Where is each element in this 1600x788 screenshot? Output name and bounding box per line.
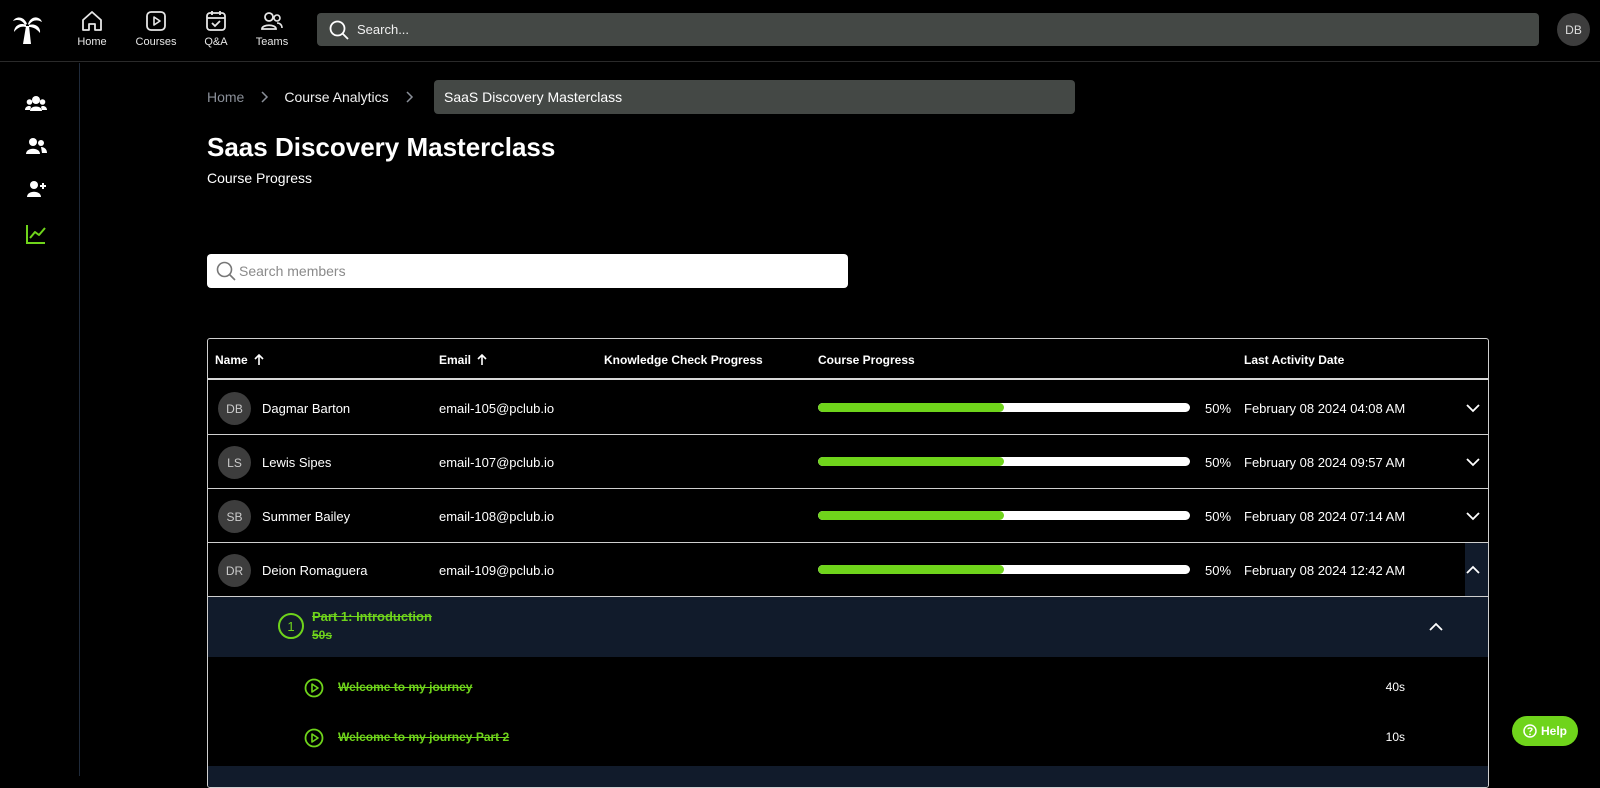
column-header-last-activity[interactable]: Last Activity Date bbox=[1244, 353, 1344, 367]
lesson-title: Welcome to my journey bbox=[338, 680, 473, 694]
nav-home-label: Home bbox=[77, 36, 107, 48]
member-name: Dagmar Barton bbox=[262, 401, 351, 416]
chevron-right-icon bbox=[259, 91, 269, 103]
top-navigation-bar: Home Courses Q&A Teams DB bbox=[0, 0, 1600, 62]
breadcrumb: Home Course Analytics bbox=[207, 80, 429, 114]
member-email: email-109@pclub.io bbox=[439, 563, 555, 578]
nav-home[interactable]: Home bbox=[62, 10, 122, 48]
member-search-input[interactable] bbox=[239, 254, 839, 288]
member-name: Lewis Sipes bbox=[262, 455, 332, 470]
last-activity-date: February 08 2024 09:57 AM bbox=[1244, 455, 1406, 470]
play-circle-icon bbox=[304, 678, 324, 698]
chevron-down-icon[interactable] bbox=[1464, 507, 1482, 525]
play-circle-icon bbox=[304, 728, 324, 748]
page-subtitle: Course Progress bbox=[207, 170, 313, 186]
lesson-item[interactable]: Welcome to my journey 40s bbox=[208, 662, 1488, 712]
member-email: email-107@pclub.io bbox=[439, 455, 555, 470]
nav-qa[interactable]: Q&A bbox=[186, 10, 246, 48]
member-search[interactable] bbox=[207, 254, 848, 288]
sort-arrow-up-icon bbox=[254, 354, 264, 365]
help-label: Help bbox=[1540, 724, 1567, 738]
palm-tree-logo-icon[interactable] bbox=[10, 12, 44, 46]
question-icon bbox=[1523, 724, 1537, 738]
avatar: LS bbox=[218, 446, 251, 479]
table-row[interactable]: LS Lewis Sipes email-107@pclub.io 50% Fe… bbox=[208, 435, 1488, 489]
column-header-knowledge[interactable]: Knowledge Check Progress bbox=[604, 353, 763, 367]
progress-bar bbox=[818, 511, 1190, 520]
sort-arrow-up-icon bbox=[477, 354, 487, 365]
chevron-down-icon[interactable] bbox=[1464, 453, 1482, 471]
column-header-progress[interactable]: Course Progress bbox=[818, 353, 915, 367]
column-header-name-label: Name bbox=[215, 353, 248, 367]
calendar-check-icon bbox=[206, 11, 226, 31]
page-title: Saas Discovery Masterclass bbox=[207, 132, 556, 162]
progress-percent: 50% bbox=[1205, 563, 1232, 578]
column-header-name[interactable]: Name bbox=[215, 353, 264, 367]
table-row[interactable]: DB Dagmar Barton email-105@pclub.io 50% … bbox=[208, 381, 1488, 435]
last-activity-date: February 08 2024 04:08 AM bbox=[1244, 401, 1406, 416]
nav-qa-label: Q&A bbox=[204, 36, 228, 48]
lesson-item[interactable]: Welcome to my journey Part 2 10s bbox=[208, 712, 1488, 762]
global-search-input[interactable] bbox=[357, 13, 1517, 46]
avatar: SB bbox=[218, 500, 251, 533]
progress-bar bbox=[818, 457, 1190, 466]
progress-percent: 50% bbox=[1205, 401, 1232, 416]
table-row[interactable]: SB Summer Bailey email-108@pclub.io 50% … bbox=[208, 489, 1488, 543]
progress-percent: 50% bbox=[1205, 455, 1232, 470]
people-icon bbox=[261, 12, 283, 30]
lesson-title: Welcome to my journey Part 2 bbox=[338, 730, 510, 744]
avatar: DR bbox=[218, 554, 251, 587]
member-email: email-105@pclub.io bbox=[439, 401, 555, 416]
search-icon bbox=[216, 261, 236, 281]
chevron-down-icon[interactable] bbox=[1464, 399, 1482, 417]
sidebar bbox=[0, 63, 80, 776]
breadcrumb-course-analytics[interactable]: Course Analytics bbox=[284, 89, 388, 105]
table-header: Name Email Knowledge Check Progress Cour… bbox=[208, 339, 1488, 380]
nav-teams[interactable]: Teams bbox=[242, 10, 302, 48]
nav-courses[interactable]: Courses bbox=[126, 10, 186, 48]
search-icon bbox=[329, 20, 349, 40]
progress-bar bbox=[818, 403, 1190, 412]
members-table: Name Email Knowledge Check Progress Cour… bbox=[207, 338, 1489, 788]
table-row[interactable]: DR Deion Romaguera email-109@pclub.io 50… bbox=[208, 543, 1488, 597]
breadcrumb-home[interactable]: Home bbox=[207, 89, 244, 105]
home-icon bbox=[82, 11, 102, 31]
module-header[interactable]: 1 Part 1: Introduction 50s bbox=[208, 597, 1488, 657]
member-email: email-108@pclub.io bbox=[439, 509, 555, 524]
nav-courses-label: Courses bbox=[135, 36, 177, 48]
column-header-last-activity-label: Last Activity Date bbox=[1244, 353, 1345, 367]
column-header-progress-label: Course Progress bbox=[818, 353, 915, 367]
module-number: 1 bbox=[278, 613, 304, 639]
user-avatar[interactable]: DB bbox=[1557, 13, 1590, 46]
help-button[interactable]: Help bbox=[1512, 716, 1578, 746]
chevron-up-icon[interactable] bbox=[1427, 618, 1445, 636]
lesson-duration: 40s bbox=[1385, 680, 1405, 694]
last-activity-date: February 08 2024 07:14 AM bbox=[1244, 509, 1406, 524]
analytics-icon[interactable] bbox=[25, 223, 47, 245]
user-plus-icon[interactable] bbox=[25, 178, 47, 200]
users-icon[interactable] bbox=[25, 135, 47, 157]
module-title: Part 1: Introduction bbox=[312, 609, 432, 624]
column-header-knowledge-label: Knowledge Check Progress bbox=[604, 353, 763, 367]
avatar: DB bbox=[218, 392, 251, 425]
module-duration: 50s bbox=[312, 628, 333, 642]
lesson-duration: 10s bbox=[1385, 730, 1405, 744]
group-icon[interactable] bbox=[25, 92, 47, 114]
progress-bar bbox=[818, 565, 1190, 574]
chevron-right-icon bbox=[404, 91, 414, 103]
breadcrumb-current: SaaS Discovery Masterclass bbox=[434, 80, 1075, 114]
member-name: Summer Bailey bbox=[262, 509, 351, 524]
column-header-email[interactable]: Email bbox=[439, 353, 487, 367]
module-header[interactable] bbox=[208, 766, 1488, 787]
column-header-email-label: Email bbox=[439, 353, 472, 367]
last-activity-date: February 08 2024 12:42 AM bbox=[1244, 563, 1406, 578]
progress-percent: 50% bbox=[1205, 509, 1232, 524]
global-search[interactable] bbox=[317, 13, 1539, 46]
chevron-up-icon[interactable] bbox=[1464, 561, 1482, 579]
play-icon bbox=[146, 11, 166, 31]
nav-teams-label: Teams bbox=[255, 36, 289, 48]
member-name: Deion Romaguera bbox=[262, 563, 368, 578]
